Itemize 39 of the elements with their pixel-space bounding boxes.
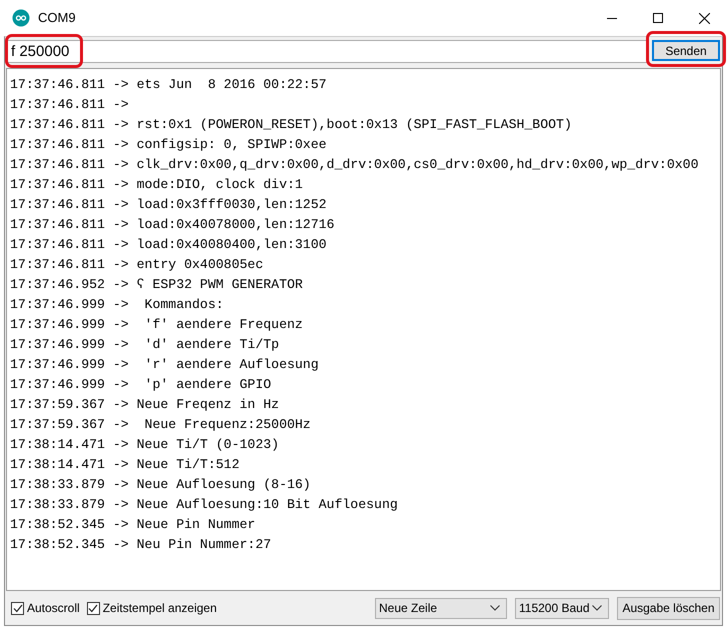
output-line: 17:37:46.811 -> mode:DIO, clock div:1	[10, 176, 303, 194]
output-line: 17:38:33.879 -> Neue Aufloesung (8-16)	[10, 476, 311, 494]
output-line: 17:37:46.999 -> 'p' aendere GPIO	[10, 376, 272, 394]
output-line: 17:37:46.811 -> entry 0x400805ec	[10, 256, 264, 274]
output-line: 17:37:46.811 -> load:0x40078000,len:12716	[10, 216, 334, 234]
output-line: 17:37:59.367 -> Neue Frequenz:25000Hz	[10, 416, 311, 434]
chevron-down-icon	[490, 605, 500, 611]
baud-rate-dropdown[interactable]: 115200 Baud	[515, 598, 609, 618]
chevron-down-icon	[592, 605, 602, 611]
send-button[interactable]: Senden	[652, 40, 720, 61]
output-line: 17:38:52.345 -> Neu Pin Nummer:27	[10, 536, 272, 554]
maximize-icon	[653, 13, 663, 23]
checkbox-label: Zeitstempel anzeigen	[102, 600, 217, 617]
output-line: 17:37:46.952 -> ʕ ESP32 PWM GENERATOR	[10, 276, 303, 294]
output-line: 17:37:46.811 -> rst:0x1 (POWERON_RESET),boot:0x13 (SPI_FAST_FLASH_BOOT)	[10, 116, 572, 134]
message-input-field[interactable]: f 250000	[7, 40, 648, 62]
checkbox-label: Autoscroll	[27, 600, 80, 617]
app-logo-icon	[12, 9, 30, 27]
close-icon	[698, 12, 710, 24]
window-title: COM9	[38, 9, 76, 28]
output-line: 17:37:46.811 ->	[10, 96, 130, 114]
output-line: 17:37:46.811 -> configsip: 0, SPIWP:0xee	[10, 136, 327, 154]
output-line: 17:37:46.999 -> Kommandos:	[10, 296, 224, 314]
clear-output-button[interactable]: Ausgabe löschen	[617, 596, 720, 620]
checkbox[interactable]	[86, 602, 100, 614]
output-line: 17:37:46.811 -> load:0x3fff0030,len:1252	[10, 196, 327, 214]
output-line: 17:37:59.367 -> Neue Freqenz in Hz	[10, 396, 280, 414]
output-line: 17:38:14.471 -> Neue Ti/T:512	[10, 456, 240, 474]
output-line: 17:37:46.811 -> clk_drv:0x00,q_drv:0x00,d_drv:0x00,cs0_drv:0x00,hd_drv:0x00,wp_drv:0x00	[10, 156, 698, 174]
output-line: 17:38:14.471 -> Neue Ti/T (0-1023)	[10, 436, 280, 454]
output-line: 17:37:46.811 -> ets Jun 8 2016 00:22:57	[10, 76, 327, 94]
output-line: 17:38:52.345 -> Neue Pin Nummer	[10, 516, 256, 534]
output-line: 17:37:46.999 -> 'r' aendere Aufloesung	[10, 356, 319, 374]
output-line: 17:37:46.811 -> load:0x40080400,len:3100	[10, 236, 327, 254]
output-line: 17:37:46.999 -> 'f' aendere Frequenz	[10, 316, 303, 334]
output-line: 17:38:33.879 -> Neue Aufloesung:10 Bit Aufloesung	[10, 496, 398, 514]
output-line: 17:37:46.999 -> 'd' aendere Ti/Tp	[10, 336, 280, 354]
checkbox[interactable]	[11, 602, 24, 614]
line-ending-dropdown[interactable]: Neue Zeile	[375, 598, 507, 618]
